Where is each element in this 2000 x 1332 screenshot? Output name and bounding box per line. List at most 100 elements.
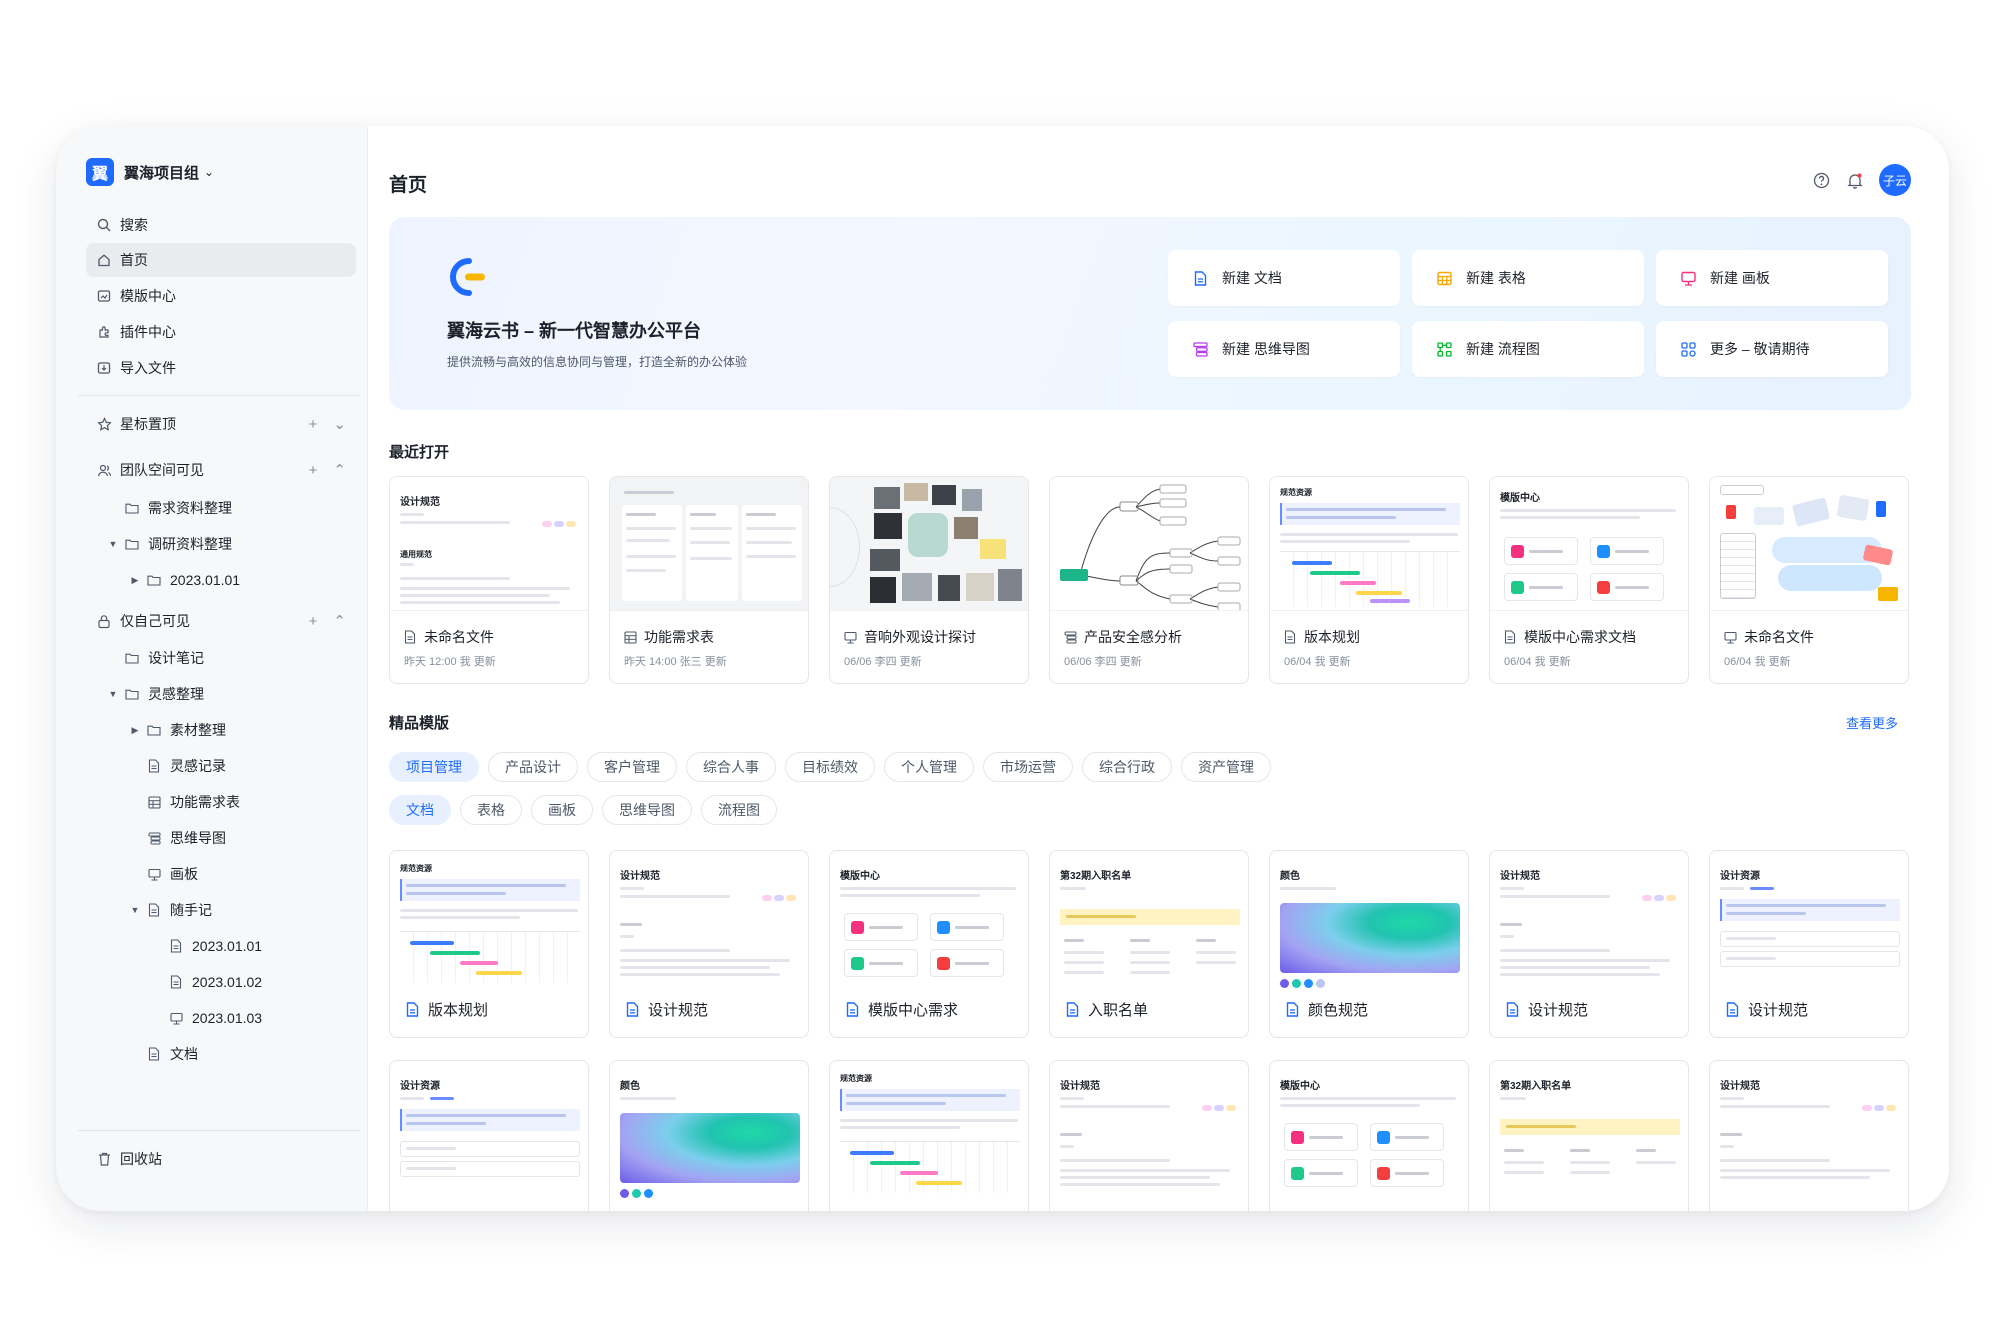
sidebar: 翼 翼海项目组 ⌄ 搜索 首页 模版中心 插件中心 导入文件 星标置顶 + ⌄ … xyxy=(56,126,367,1211)
category-chip[interactable]: 个人管理 xyxy=(884,752,974,782)
template-card[interactable]: 设计规范 设计规范 xyxy=(609,850,809,1038)
nav-search[interactable]: 搜索 xyxy=(86,208,356,242)
recent-card[interactable]: 功能需求表 昨天 14:00 张三 更新 xyxy=(609,476,809,684)
new-mindmap-button[interactable]: 新建 思维导图 xyxy=(1168,321,1400,377)
category-chip[interactable]: 市场运营 xyxy=(983,752,1073,782)
category-chip[interactable]: 综合行政 xyxy=(1082,752,1172,782)
tree-item[interactable]: 需求资料整理 xyxy=(106,493,232,523)
category-chip[interactable]: 产品设计 xyxy=(488,752,578,782)
bell-icon[interactable] xyxy=(1845,170,1865,190)
type-chip[interactable]: 流程图 xyxy=(701,795,777,825)
template-card[interactable]: 设计规范 xyxy=(1049,1060,1249,1211)
template-card[interactable]: 模版中心 xyxy=(1269,1060,1469,1211)
recent-card[interactable]: 未命名文件 06/04 我 更新 xyxy=(1709,476,1909,684)
card-title: 版本规划 xyxy=(1304,629,1360,645)
chevron-up-icon[interactable]: ⌃ xyxy=(333,461,346,479)
main-content: 首页 子云 翼海云书 – 新一代智慧办公平台 提供流畅与高效的信息协同与管理，打… xyxy=(367,126,1949,1211)
folder-icon xyxy=(124,500,140,516)
new-board-button[interactable]: 新建 画板 xyxy=(1656,250,1888,306)
template-card[interactable]: 第32期入职名单 入职名单 xyxy=(1049,850,1249,1038)
table-icon xyxy=(1436,270,1452,286)
sidebar-divider xyxy=(78,1130,360,1131)
add-icon[interactable]: + xyxy=(309,416,318,433)
template-card[interactable]: 规范资源 xyxy=(829,1060,1029,1211)
caret-right-icon[interactable]: ▶ xyxy=(128,575,142,586)
caret-right-icon[interactable]: ▶ xyxy=(128,725,142,736)
board-icon xyxy=(1680,270,1696,286)
tree-item[interactable]: 2023.01.03 xyxy=(150,1003,262,1033)
mindmap-preview xyxy=(1060,484,1241,610)
nav-plugin-center[interactable]: 插件中心 xyxy=(86,315,356,349)
template-card[interactable]: 设计规范 设计规范 xyxy=(1489,850,1689,1038)
add-icon[interactable]: + xyxy=(309,462,318,479)
caret-down-icon[interactable]: ▼ xyxy=(128,905,142,915)
caret-down-icon[interactable]: ▼ xyxy=(106,539,120,549)
type-chip[interactable]: 思维导图 xyxy=(602,795,692,825)
chevron-up-icon[interactable]: ⌃ xyxy=(333,612,346,630)
template-card[interactable]: 颜色 颜色规范 xyxy=(1269,850,1469,1038)
template-card[interactable]: 颜色 xyxy=(609,1060,809,1211)
recent-card[interactable]: 模版中心 模版中心需求文档 06/04 我 更新 xyxy=(1489,476,1689,684)
category-chip[interactable]: 客户管理 xyxy=(587,752,677,782)
section-label: 团队空间可见 xyxy=(120,462,204,478)
tree-item[interactable]: 画板 xyxy=(128,859,198,889)
type-chip[interactable]: 画板 xyxy=(531,795,593,825)
card-meta: 06/06 李四 更新 xyxy=(844,656,922,668)
nav-template-center[interactable]: 模版中心 xyxy=(86,279,356,313)
brand-logo-icon xyxy=(450,258,485,296)
tree-item[interactable]: 功能需求表 xyxy=(128,787,240,817)
see-more-link[interactable]: 查看更多 xyxy=(1846,713,1898,732)
help-icon[interactable] xyxy=(1811,170,1831,190)
caret-down-icon[interactable]: ▼ xyxy=(106,689,120,699)
page-title: 首页 xyxy=(389,175,428,196)
board-icon xyxy=(146,866,162,882)
nav-home[interactable]: 首页 xyxy=(86,243,356,277)
template-card[interactable]: 模版中心 模版中心需求 xyxy=(829,850,1029,1038)
recent-card[interactable]: 音响外观设计探讨 06/06 李四 更新 xyxy=(829,476,1029,684)
card-meta: 昨天 12:00 我 更新 xyxy=(404,656,496,668)
template-card[interactable]: 设计规范 xyxy=(1709,1060,1909,1211)
category-chip[interactable]: 综合人事 xyxy=(686,752,776,782)
new-flowchart-button[interactable]: 新建 流程图 xyxy=(1412,321,1644,377)
tree-item[interactable]: ▶ 素材整理 xyxy=(128,715,226,745)
recent-card[interactable]: 规范资源 版本规划 06/04 我 更新 xyxy=(1269,476,1469,684)
tree-item[interactable]: 灵感记录 xyxy=(128,751,226,781)
workspace-switcher[interactable]: 翼 翼海项目组 ⌄ xyxy=(86,158,214,186)
avatar[interactable]: 子云 xyxy=(1879,164,1911,196)
section-team[interactable]: 团队空间可见 + ⌃ xyxy=(86,455,356,485)
new-doc-button[interactable]: 新建 文档 xyxy=(1168,250,1400,306)
tree-item[interactable]: ▶ 2023.01.01 xyxy=(128,565,241,595)
template-card[interactable]: 规范资源 版本规划 xyxy=(389,850,589,1038)
doc-icon xyxy=(402,629,418,645)
tree-item[interactable]: 2023.01.01 xyxy=(150,931,262,961)
card-thumbnail: 模版中心 xyxy=(1490,477,1688,611)
tree-item[interactable]: ▼ 随手记 xyxy=(128,895,212,925)
type-chip[interactable]: 表格 xyxy=(460,795,522,825)
template-card[interactable]: 第32期入职名单 xyxy=(1489,1060,1689,1211)
tree-item[interactable]: ▼ 调研资料整理 xyxy=(106,529,232,559)
template-card[interactable]: 设计资源 xyxy=(389,1060,589,1211)
section-starred[interactable]: 星标置顶 + ⌄ xyxy=(86,409,356,439)
section-private[interactable]: 仅自己可见 + ⌃ xyxy=(86,606,356,636)
recent-card[interactable]: 设计规范 通用规范 未命名文件 昨天 12:00 我 更新 xyxy=(389,476,589,684)
new-table-button[interactable]: 新建 表格 xyxy=(1412,250,1644,306)
template-title: 设计规范 xyxy=(1748,1002,1809,1019)
template-card[interactable]: 设计资源 设计规范 xyxy=(1709,850,1909,1038)
chevron-down-icon[interactable]: ⌄ xyxy=(333,415,346,433)
recent-card[interactable]: 产品安全感分析 06/06 李四 更新 xyxy=(1049,476,1249,684)
tree-item[interactable]: 思维导图 xyxy=(128,823,226,853)
more-coming-button[interactable]: 更多 – 敬请期待 xyxy=(1656,321,1888,377)
mindmap-icon xyxy=(1192,341,1208,357)
tree-item[interactable]: 文档 xyxy=(128,1039,198,1069)
tree-item[interactable]: ▼ 灵感整理 xyxy=(106,679,204,709)
tree-item[interactable]: 设计笔记 xyxy=(106,643,204,673)
category-chip[interactable]: 目标绩效 xyxy=(785,752,875,782)
category-chip[interactable]: 资产管理 xyxy=(1181,752,1271,782)
type-chip[interactable]: 文档 xyxy=(389,795,451,825)
category-chip[interactable]: 项目管理 xyxy=(389,752,479,782)
add-icon[interactable]: + xyxy=(309,613,318,630)
card-thumbnail xyxy=(830,477,1028,611)
nav-import-file[interactable]: 导入文件 xyxy=(86,351,356,385)
trash-button[interactable]: 回收站 xyxy=(86,1144,162,1174)
tree-item[interactable]: 2023.01.02 xyxy=(150,967,262,997)
